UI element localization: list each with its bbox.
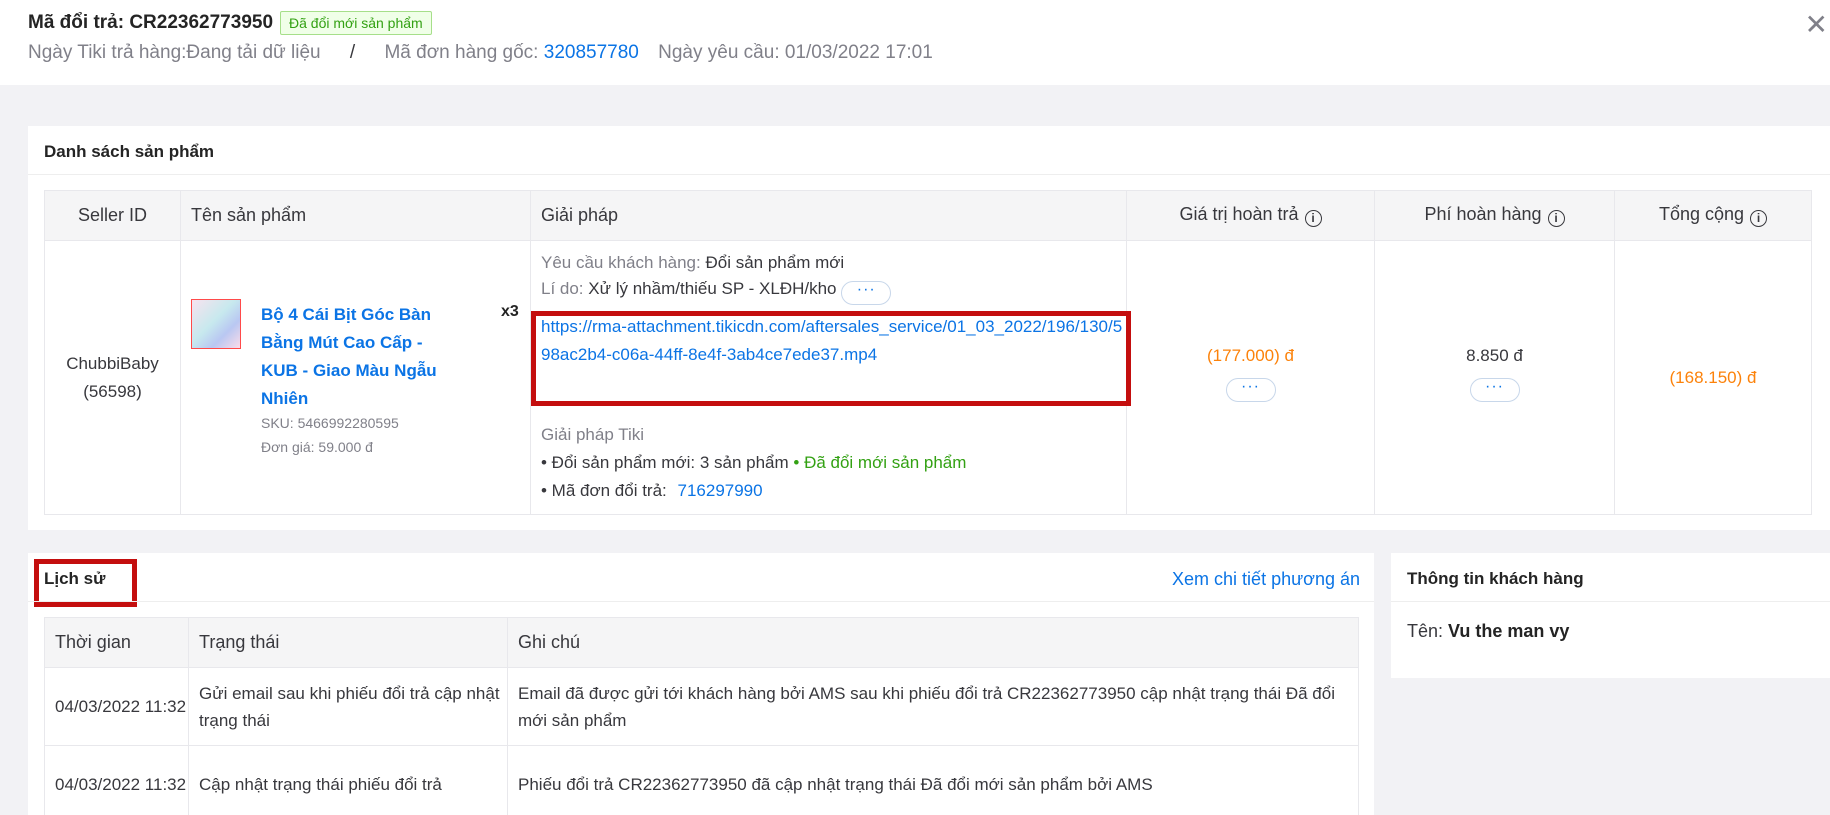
seller-cell: ChubbiBaby (56598) bbox=[44, 240, 181, 515]
table-row: 04/03/2022 11:32 Cập nhật trạng thái phi… bbox=[44, 745, 1359, 815]
product-sku-block: SKU: 5466992280595 Đơn giá: 59.000 đ bbox=[261, 411, 399, 459]
modal-header: Mã đổi trả: CR22362773950 Đã đổi mới sản… bbox=[0, 0, 1830, 85]
product-cell: Bộ 4 Cái Bịt Góc Bàn Bằng Mút Cao Cấp - … bbox=[180, 240, 531, 515]
customer-name-label: Tên: bbox=[1407, 621, 1444, 641]
reason-label: Lí do: bbox=[541, 279, 584, 298]
order-id-link[interactable]: 320857780 bbox=[544, 42, 639, 63]
seller-name: ChubbiBaby bbox=[66, 353, 159, 373]
return-code-label: • Mã đơn đổi trả: bbox=[541, 481, 667, 500]
view-solution-detail-link[interactable]: Xem chi tiết phương án bbox=[1172, 569, 1360, 590]
divider bbox=[1391, 601, 1830, 602]
product-unit-price: Đơn giá: 59.000 đ bbox=[261, 439, 373, 455]
return-fee: 8.850 đ bbox=[1466, 346, 1523, 365]
status-badge: Đã đổi mới sản phẩm bbox=[280, 11, 432, 35]
history-time: 04/03/2022 11:32 bbox=[44, 745, 189, 815]
customer-info-panel: Thông tin khách hàng Tên: Vu the man vy bbox=[1391, 553, 1830, 678]
col-return-fee: Phí hoàn hàng i bbox=[1374, 190, 1615, 241]
col-seller-id: Seller ID bbox=[44, 190, 181, 241]
total-cell: (168.150) đ bbox=[1614, 240, 1812, 515]
col-product-name: Tên sản phẩm bbox=[180, 190, 531, 241]
customer-request-label: Yêu cầu khách hàng: bbox=[541, 253, 701, 272]
close-icon[interactable]: ✕ bbox=[1805, 8, 1828, 41]
product-thumbnail[interactable] bbox=[191, 299, 241, 349]
table-row: 04/03/2022 11:32 Gửi email sau khi phiếu… bbox=[44, 667, 1359, 746]
exchange-line: • Đổi sản phẩm mới: 3 sản phẩm • Đã đổi … bbox=[541, 453, 966, 473]
col-total-label: Tổng cộng bbox=[1658, 204, 1745, 224]
refund-cell: (177.000) đ ··· bbox=[1126, 240, 1375, 515]
history-note: Email đã được gửi tới khách hàng bởi AMS… bbox=[507, 667, 1359, 746]
exchange-label: • Đổi sản phẩm mới: 3 sản phẩm bbox=[541, 453, 789, 472]
return-title: Mã đổi trả: CR22362773950 Đã đổi mới sản… bbox=[28, 11, 432, 35]
customer-info-title: Thông tin khách hàng bbox=[1407, 569, 1584, 588]
col-fee-label: Phí hoàn hàng bbox=[1424, 204, 1542, 224]
fee-more-button[interactable]: ··· bbox=[1469, 378, 1520, 402]
header-meta: Ngày Tiki trả hàng:Đang tải dữ liệu / Mã… bbox=[28, 42, 933, 64]
col-refund-value: Giá trị hoàn trả i bbox=[1126, 190, 1375, 241]
product-sku: SKU: 5466992280595 bbox=[261, 415, 399, 431]
divider bbox=[28, 174, 1830, 175]
product-list-title: Danh sách sản phẩm bbox=[44, 142, 215, 161]
info-icon[interactable]: i bbox=[1750, 210, 1768, 227]
info-icon[interactable]: i bbox=[1547, 210, 1565, 227]
table-header-row: Thời gian Trạng thái Ghi chú bbox=[44, 617, 1359, 668]
seller-id: (56598) bbox=[83, 381, 142, 401]
product-name-link[interactable]: Bộ 4 Cái Bịt Góc Bàn Bằng Mút Cao Cấp - … bbox=[261, 301, 461, 413]
customer-name-row: Tên: Vu the man vy bbox=[1407, 621, 1569, 642]
reason-more-button[interactable]: ··· bbox=[841, 281, 892, 305]
col-time: Thời gian bbox=[44, 617, 189, 668]
request-date: Ngày yêu cầu: 01/03/2022 17:01 bbox=[658, 42, 933, 63]
reason-value: Xử lý nhầm/thiếu SP - XLĐH/kho bbox=[588, 279, 837, 298]
fee-more: ··· bbox=[1375, 371, 1614, 402]
customer-name: Vu the man vy bbox=[1448, 621, 1570, 641]
return-code: Mã đổi trả: CR22362773950 bbox=[28, 12, 274, 33]
refund-value: (177.000) đ bbox=[1207, 346, 1294, 365]
history-note: Phiếu đổi trả CR22362773950 đã cập nhật … bbox=[507, 745, 1359, 815]
history-panel: Lịch sử Xem chi tiết phương án Thời gian… bbox=[28, 553, 1374, 815]
history-status: Gửi email sau khi phiếu đổi trả cập nhật… bbox=[188, 667, 508, 746]
customer-request-value: Đổi sản phẩm mới bbox=[705, 253, 845, 272]
order-label: Mã đơn hàng gốc: bbox=[384, 42, 544, 63]
col-solution: Giải pháp bbox=[530, 190, 1127, 241]
exchange-status: • Đã đổi mới sản phẩm bbox=[793, 453, 967, 472]
highlight-box bbox=[531, 311, 1131, 406]
col-refund-label: Giá trị hoàn trả bbox=[1179, 204, 1299, 224]
refund-more: ··· bbox=[1127, 371, 1374, 402]
customer-request: Yêu cầu khách hàng: Đổi sản phẩm mới bbox=[541, 253, 844, 273]
separator: / bbox=[349, 42, 356, 63]
info-icon[interactable]: i bbox=[1304, 210, 1322, 227]
col-status: Trạng thái bbox=[188, 617, 508, 668]
history-time: 04/03/2022 11:32 bbox=[44, 667, 189, 746]
return-date: Ngày Tiki trả hàng:Đang tải dữ liệu bbox=[28, 42, 321, 63]
return-code-line: • Mã đơn đổi trả: 716297990 bbox=[541, 481, 763, 501]
solution-cell: Yêu cầu khách hàng: Đổi sản phẩm mới Lí … bbox=[530, 240, 1131, 515]
return-code-link[interactable]: 716297990 bbox=[678, 481, 763, 500]
history-table: Thời gian Trạng thái Ghi chú 04/03/2022 … bbox=[44, 617, 1359, 815]
highlight-box bbox=[34, 559, 137, 607]
product-quantity: x3 bbox=[501, 303, 519, 320]
col-note: Ghi chú bbox=[507, 617, 1359, 668]
reason: Lí do: Xử lý nhầm/thiếu SP - XLĐH/kho ··… bbox=[541, 279, 892, 305]
total-value: (168.150) đ bbox=[1669, 367, 1757, 387]
refund-more-button[interactable]: ··· bbox=[1225, 378, 1276, 402]
history-status: Cập nhật trạng thái phiếu đổi trả bbox=[188, 745, 508, 815]
product-list-panel: Danh sách sản phẩm Seller ID Tên sản phẩ… bbox=[28, 126, 1830, 530]
table-header-row: Seller ID Tên sản phẩm Giải pháp Giá trị… bbox=[44, 190, 1812, 241]
divider bbox=[28, 601, 1374, 602]
table-row: ChubbiBaby (56598) Bộ 4 Cái Bịt Góc Bàn … bbox=[44, 240, 1812, 515]
fee-cell: 8.850 đ ··· bbox=[1374, 240, 1615, 515]
col-total: Tổng cộng i bbox=[1614, 190, 1812, 241]
tiki-solution-label: Giải pháp Tiki bbox=[541, 425, 644, 444]
product-table: Seller ID Tên sản phẩm Giải pháp Giá trị… bbox=[44, 190, 1812, 515]
